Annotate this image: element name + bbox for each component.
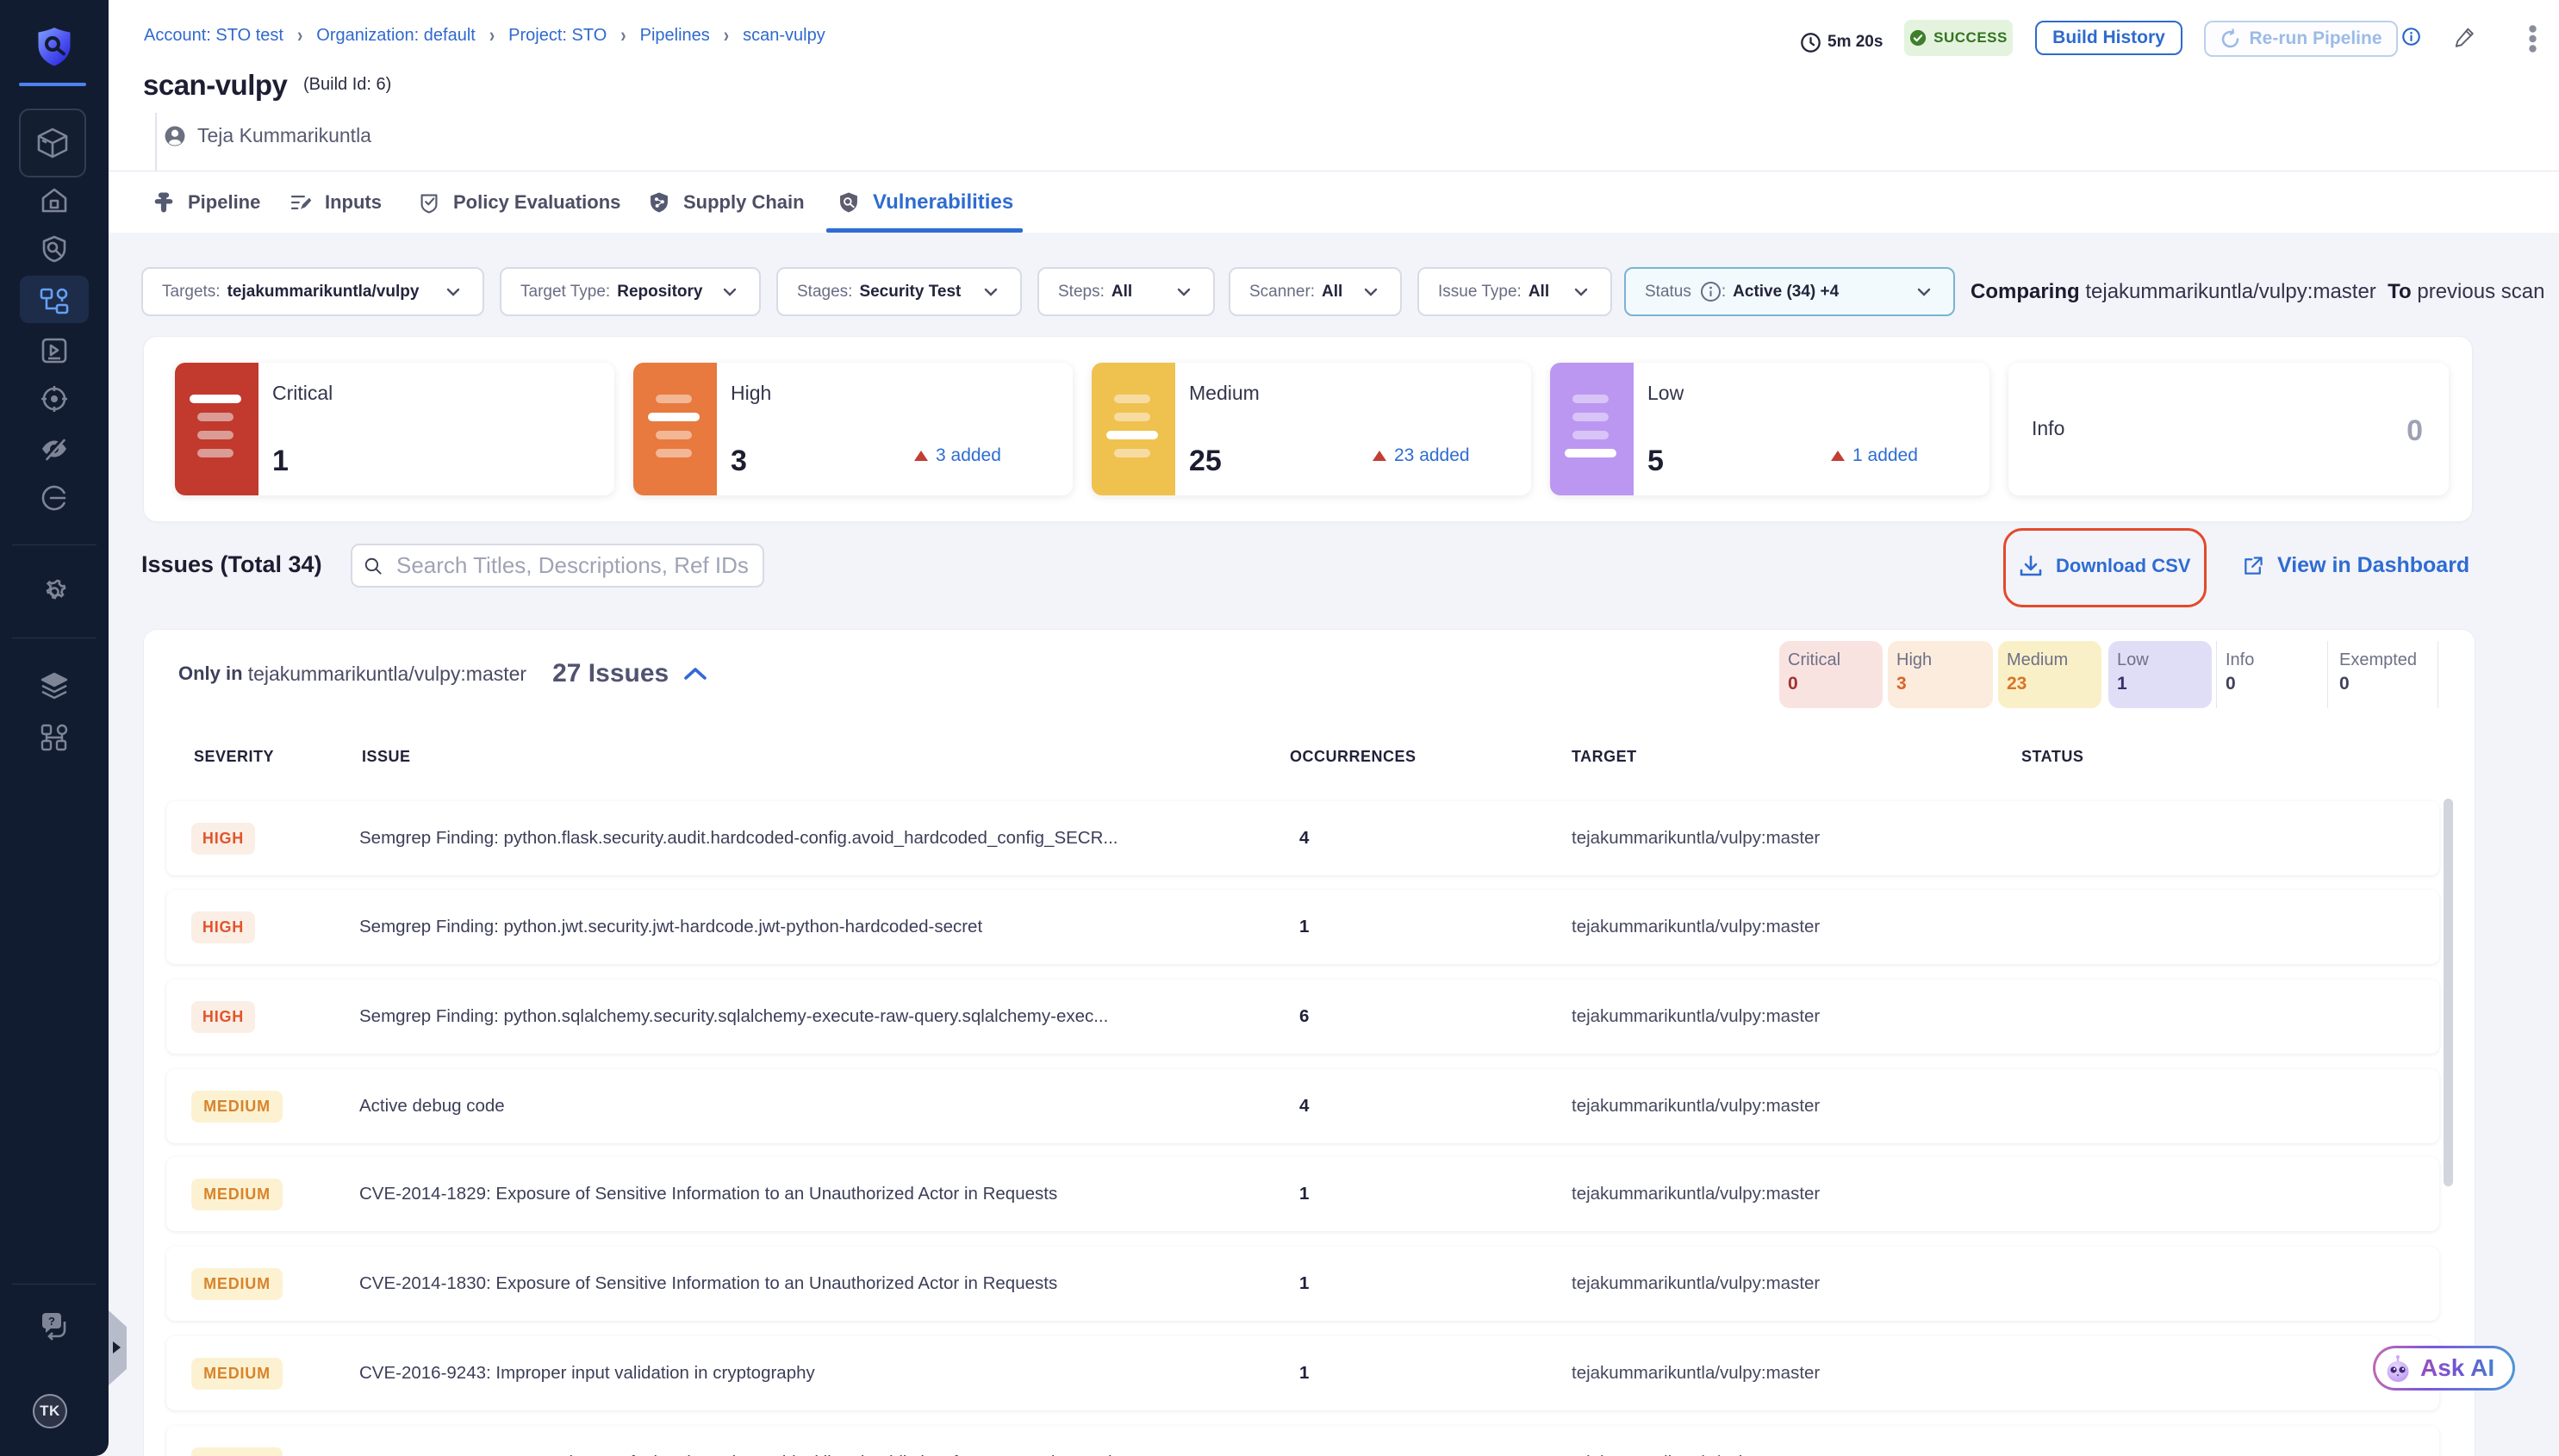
svg-text:?: ? [48,1315,55,1328]
